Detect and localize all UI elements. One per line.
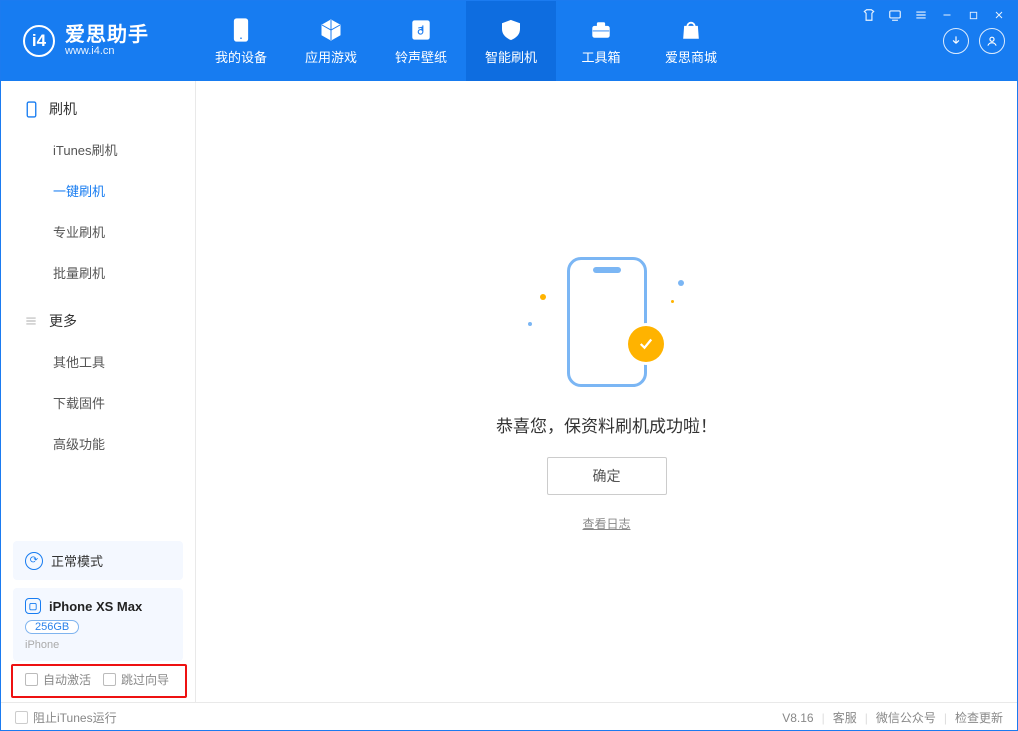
logo: i4 爱思助手 www.i4.cn (1, 1, 196, 81)
bag-icon (678, 17, 704, 43)
brand-name: 爱思助手 (65, 25, 149, 46)
checkbox-icon (103, 673, 116, 686)
main-panel: 恭喜您，保资料刷机成功啦！ 确定 查看日志 (196, 81, 1017, 702)
separator: | (822, 711, 825, 725)
checkbox-block-itunes[interactable]: 阻止iTunes运行 (15, 709, 117, 726)
tab-apps[interactable]: 应用游戏 (286, 1, 376, 81)
checkbox-auto-activate[interactable]: 自动激活 (25, 671, 91, 688)
sparkle-icon (528, 322, 532, 326)
shield-icon (498, 17, 524, 43)
feedback-icon[interactable] (887, 7, 903, 23)
mode-label: 正常模式 (51, 551, 103, 570)
sidebar-section-more: 更多 (1, 293, 195, 341)
app-window: i4 爱思助手 www.i4.cn 我的设备 应用游戏 (0, 0, 1018, 731)
view-log-link[interactable]: 查看日志 (582, 515, 630, 532)
brand-url: www.i4.cn (65, 46, 149, 58)
sidebar-item-onekey[interactable]: 一键刷机 (1, 170, 195, 211)
success-illustration (522, 252, 692, 392)
tab-label: 爱思商城 (665, 47, 717, 66)
footer-link-support[interactable]: 客服 (833, 709, 857, 726)
tab-store[interactable]: 爱思商城 (646, 1, 736, 81)
sparkle-icon (671, 300, 674, 303)
checkbox-skip-guide[interactable]: 跳过向导 (103, 671, 169, 688)
user-button[interactable] (979, 28, 1005, 54)
checkbox-icon (25, 673, 38, 686)
sidebar-item-pro[interactable]: 专业刷机 (1, 211, 195, 252)
window-controls (861, 7, 1007, 23)
sidebar: 刷机 iTunes刷机 一键刷机 专业刷机 批量刷机 更多 其他工具 下载固件 … (1, 81, 196, 702)
device-type: iPhone (25, 639, 171, 651)
checkbox-label: 阻止iTunes运行 (33, 709, 117, 726)
phone-icon (228, 17, 254, 43)
tab-label: 我的设备 (215, 47, 267, 66)
toolbox-icon (588, 17, 614, 43)
mode-icon: ⟳ (25, 552, 43, 570)
device-capacity-badge: 256GB (25, 620, 79, 634)
footer-link-wechat[interactable]: 微信公众号 (876, 709, 936, 726)
tab-label: 铃声壁纸 (395, 47, 447, 66)
success-check-icon (628, 326, 664, 362)
sidebar-item-firmware[interactable]: 下载固件 (1, 382, 195, 423)
minimize-button[interactable] (939, 7, 955, 23)
device-icon: ▢ (25, 598, 41, 614)
flash-options: 自动激活 跳过向导 (13, 661, 183, 688)
maximize-button[interactable] (965, 7, 981, 23)
list-icon (23, 313, 39, 329)
skin-icon[interactable] (861, 7, 877, 23)
cube-icon (318, 17, 344, 43)
sidebar-item-batch[interactable]: 批量刷机 (1, 252, 195, 293)
sidebar-item-advanced[interactable]: 高级功能 (1, 423, 195, 464)
tab-label: 智能刷机 (485, 47, 537, 66)
sidebar-item-other[interactable]: 其他工具 (1, 341, 195, 382)
tab-device[interactable]: 我的设备 (196, 1, 286, 81)
tab-toolbox[interactable]: 工具箱 (556, 1, 646, 81)
status-bar: 阻止iTunes运行 V8.16 | 客服 | 微信公众号 | 检查更新 (1, 702, 1017, 731)
tab-label: 应用游戏 (305, 47, 357, 66)
sparkle-icon (540, 294, 546, 300)
mode-card[interactable]: ⟳ 正常模式 (13, 541, 183, 580)
music-icon (408, 17, 434, 43)
close-button[interactable] (991, 7, 1007, 23)
app-header: i4 爱思助手 www.i4.cn 我的设备 应用游戏 (1, 1, 1017, 81)
tab-label: 工具箱 (581, 47, 620, 66)
tab-flash[interactable]: 智能刷机 (466, 1, 556, 81)
success-message: 恭喜您，保资料刷机成功啦！ (496, 412, 717, 437)
phone-outline-icon (23, 101, 39, 117)
footer-link-update[interactable]: 检查更新 (955, 709, 1003, 726)
header-tabs: 我的设备 应用游戏 铃声壁纸 智能刷机 (196, 1, 736, 81)
sidebar-section-flash: 刷机 (1, 81, 195, 129)
menu-icon[interactable] (913, 7, 929, 23)
phone-illustration (567, 257, 647, 387)
checkbox-label: 自动激活 (43, 671, 91, 688)
sidebar-item-itunes[interactable]: iTunes刷机 (1, 129, 195, 170)
device-card[interactable]: ▢ iPhone XS Max 256GB iPhone (13, 588, 183, 661)
sparkle-icon (678, 280, 684, 286)
device-name: iPhone XS Max (49, 599, 142, 614)
tab-ringtone[interactable]: 铃声壁纸 (376, 1, 466, 81)
section-title: 刷机 (49, 99, 77, 119)
ok-button[interactable]: 确定 (547, 457, 667, 495)
download-button[interactable] (943, 28, 969, 54)
checkbox-icon (15, 711, 28, 724)
separator: | (865, 711, 868, 725)
logo-icon: i4 (23, 25, 55, 57)
section-title: 更多 (49, 311, 77, 331)
checkbox-label: 跳过向导 (121, 671, 169, 688)
separator: | (944, 711, 947, 725)
version-label: V8.16 (782, 711, 813, 725)
